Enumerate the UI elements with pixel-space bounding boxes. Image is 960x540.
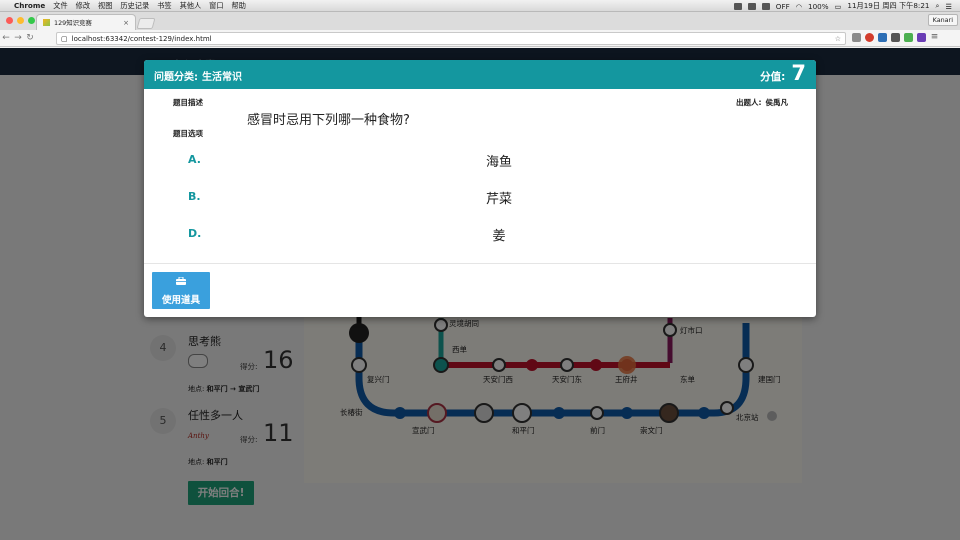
author-name: 侯禹凡 xyxy=(765,98,789,107)
extension-icon[interactable] xyxy=(904,33,913,42)
question-text: 感冒时忌用下列哪一种食物? xyxy=(247,113,410,128)
author-label: 出题人: xyxy=(736,98,762,107)
menu-window[interactable]: 窗口 xyxy=(209,1,223,11)
close-window-icon[interactable] xyxy=(6,17,13,24)
option-text: 芹菜 xyxy=(485,192,512,207)
option-b[interactable]: B. 芹菜 xyxy=(144,185,816,209)
address-bar[interactable]: ▢ localhost:63342/contest-129/index.html… xyxy=(56,32,846,45)
mac-menu-bar: Chrome 文件 修改 视图 历史记录 书签 其他人 窗口 帮助 OFF ◠ … xyxy=(0,0,960,12)
menu-help[interactable]: 帮助 xyxy=(232,1,246,11)
datetime-label[interactable]: 11月19日 周四 下午8:21 xyxy=(847,1,929,11)
option-d[interactable]: D. 姜 xyxy=(144,222,816,246)
use-tool-button[interactable]: 使用道具 xyxy=(152,272,210,309)
tray-icon[interactable] xyxy=(733,2,742,10)
options-label: 题目选项 xyxy=(173,129,203,138)
tab-close-icon[interactable]: × xyxy=(123,19,129,27)
page-icon: ▢ xyxy=(61,34,68,43)
url-text: localhost:63342/contest-129/index.html xyxy=(71,34,212,43)
dialog-divider xyxy=(144,263,816,264)
question-points: 分值: 7 xyxy=(760,61,806,85)
status-off-label[interactable]: OFF xyxy=(776,2,790,11)
question-category: 问题分类: 生活常识 xyxy=(154,68,242,83)
question-author: 出题人: 侯禹凡 xyxy=(736,97,788,108)
menu-app-name[interactable]: Chrome xyxy=(14,1,45,10)
option-letter: A. xyxy=(188,153,201,166)
option-text: 姜 xyxy=(492,229,506,244)
window-controls xyxy=(6,17,35,24)
tray-icon[interactable] xyxy=(747,2,756,10)
menu-bookmarks[interactable]: 书签 xyxy=(157,1,171,11)
option-a[interactable]: A. 海鱼 xyxy=(144,148,816,172)
battery-label[interactable]: 100% xyxy=(808,2,829,11)
chrome-menu-icon[interactable]: ≡ xyxy=(930,33,939,42)
category-value: 生活常识 xyxy=(202,72,242,83)
forward-icon[interactable]: → xyxy=(12,33,24,43)
wifi-icon[interactable]: ◠ xyxy=(796,2,802,11)
menu-edit[interactable]: 修改 xyxy=(76,1,90,11)
status-area: OFF ◠ 100% ▭ 11月19日 周四 下午8:21 ⌕ ☰ xyxy=(733,0,952,12)
bookmark-star-icon[interactable]: ☆ xyxy=(835,35,841,43)
menu-file[interactable]: 文件 xyxy=(53,1,67,11)
extension-icon[interactable] xyxy=(865,33,874,42)
menu-view[interactable]: 视图 xyxy=(98,1,112,11)
favicon-icon xyxy=(43,19,50,26)
tab-title: 129知识竞赛 xyxy=(54,19,92,27)
dialog-header: 问题分类: 生活常识 分值: 7 xyxy=(144,60,816,89)
menu-people[interactable]: 其他人 xyxy=(180,1,202,11)
extension-icon[interactable] xyxy=(917,33,926,42)
option-letter: B. xyxy=(188,190,201,203)
option-text: 海鱼 xyxy=(485,155,512,170)
browser-tab[interactable]: 129知识竞赛 × xyxy=(36,14,136,30)
browser-toolbar: ← → ↻ ▢ localhost:63342/contest-129/inde… xyxy=(0,30,960,47)
profile-button[interactable]: Kanari xyxy=(927,14,958,26)
question-dialog: 问题分类: 生活常识 分值: 7 题目描述 感冒时忌用下列哪一种食物? 出题人: 侯… xyxy=(144,60,816,317)
search-icon[interactable]: ⌕ xyxy=(936,1,940,11)
zoom-window-icon[interactable] xyxy=(28,17,35,24)
back-icon[interactable]: ← xyxy=(0,33,12,43)
extension-icon[interactable] xyxy=(852,33,861,42)
new-tab-button[interactable] xyxy=(136,18,156,29)
battery-icon[interactable]: ▭ xyxy=(835,2,842,11)
tray-icon[interactable] xyxy=(761,2,770,10)
minimize-window-icon[interactable] xyxy=(17,17,24,24)
menu-history[interactable]: 历史记录 xyxy=(120,1,149,11)
points-label: 分值: xyxy=(760,71,786,83)
reload-icon[interactable]: ↻ xyxy=(24,33,36,43)
extensions: ≡ xyxy=(852,33,939,42)
category-label: 问题分类: xyxy=(154,72,198,83)
description-label: 题目描述 xyxy=(173,98,203,107)
points-value: 7 xyxy=(791,61,806,85)
menu-list-icon[interactable]: ☰ xyxy=(946,2,952,11)
briefcase-icon xyxy=(176,277,186,285)
browser-tab-strip: 129知识竞赛 × Kanari xyxy=(0,12,960,30)
extension-icon[interactable] xyxy=(891,33,900,42)
extension-icon[interactable] xyxy=(878,33,887,42)
use-tool-label: 使用道具 xyxy=(161,295,200,306)
option-letter: D. xyxy=(188,227,202,240)
